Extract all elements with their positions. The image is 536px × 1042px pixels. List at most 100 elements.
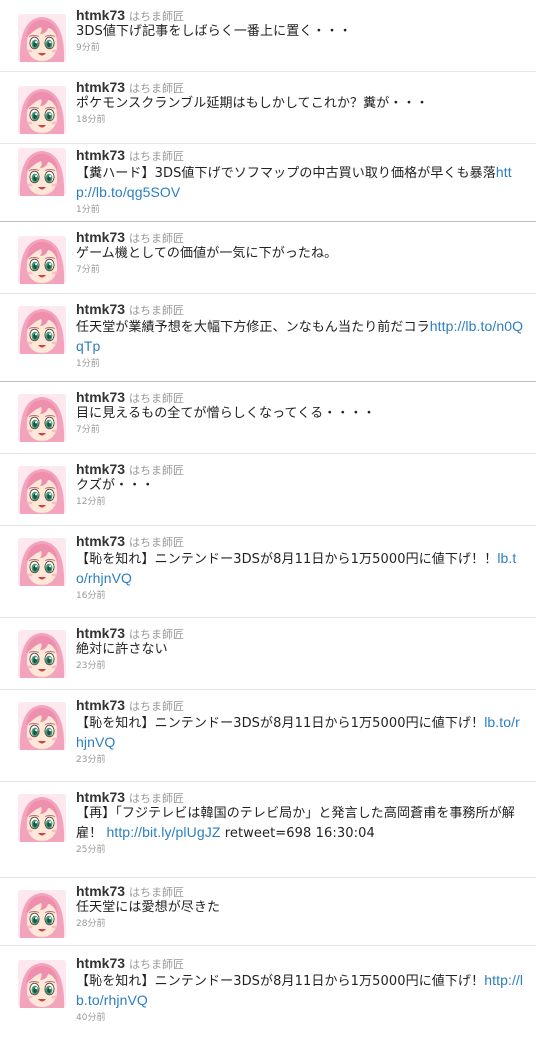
tweet-text: 【再】「フジテレビは韓国のテレビ局か」と発言した高岡蒼甫を事務所が解雇！ htt… (76, 805, 526, 843)
tweet-text: 任天堂には愛想が尽きた (76, 899, 526, 917)
tweet-item[interactable]: htmk73 はちま師匠 目に見えるもの全てが憎らしくなってくる・・・・ 7分前 (0, 382, 536, 454)
screen-name[interactable]: htmk73 (76, 789, 125, 805)
tweet-timeline: htmk73 はちま師匠 3DS値下げ記事をしばらく一番上に置く・・・ 9分前 (0, 0, 536, 1042)
tweet-item[interactable]: htmk73 はちま師匠 【恥を知れ】ニンテンドー3DSが8月11日から1万500… (0, 690, 536, 782)
tweet-text-after: retweet=698 16:30:04 (220, 826, 375, 841)
screen-name[interactable]: htmk73 (76, 625, 125, 641)
tweet-content: htmk73 はちま師匠 【恥を知れ】ニンテンドー3DSが8月11日から1万500… (76, 532, 526, 602)
tweet-body: 目に見えるもの全てが憎らしくなってくる・・・・ (76, 406, 376, 421)
tweet-item[interactable]: htmk73 はちま師匠 クズが・・・ 12分前 (0, 454, 536, 526)
tweet-content: htmk73 はちま師匠 任天堂が業績予想を大幅下方修正、ンなもん当たり前だコラh… (76, 300, 526, 370)
timestamp[interactable]: 12分前 (76, 496, 526, 508)
tweet-link[interactable]: http://bit.ly/plUgJZ (106, 824, 220, 840)
full-name: はちま師匠 (129, 628, 185, 641)
full-name: はちま師匠 (129, 150, 185, 163)
screen-name[interactable]: htmk73 (76, 301, 125, 317)
full-name: はちま師匠 (129, 232, 185, 245)
anime-girl-avatar-icon[interactable] (18, 960, 66, 1008)
full-name: はちま師匠 (129, 886, 185, 899)
tweet-item[interactable]: htmk73 はちま師匠 【恥を知れ】ニンテンドー3DSが8月11日から1万500… (0, 946, 536, 1042)
timestamp[interactable]: 18分前 (76, 114, 526, 126)
tweet-header: htmk73 はちま師匠 (76, 954, 526, 971)
timestamp[interactable]: 40分前 (76, 1012, 526, 1024)
tweet-content: htmk73 はちま師匠 ゲーム機としての価値が一気に下がったね。 7分前 (76, 228, 526, 276)
timestamp[interactable]: 9分前 (76, 42, 526, 54)
tweet-header: htmk73 はちま師匠 (76, 460, 526, 477)
tweet-text: 絶対に許さない (76, 641, 526, 659)
full-name: はちま師匠 (129, 536, 185, 549)
tweet-content: htmk73 はちま師匠 目に見えるもの全てが憎らしくなってくる・・・・ 7分前 (76, 388, 526, 436)
timestamp[interactable]: 7分前 (76, 424, 526, 436)
timestamp[interactable]: 1分前 (76, 358, 526, 370)
tweet-text: 目に見えるもの全てが憎らしくなってくる・・・・ (76, 405, 526, 423)
tweet-item[interactable]: htmk73 はちま師匠 【糞ハード】3DS値下げでソフマップの中古買い取り価格が… (0, 144, 536, 222)
timestamp[interactable]: 1分前 (76, 204, 526, 216)
anime-girl-avatar-icon[interactable] (18, 394, 66, 442)
tweet-header: htmk73 はちま師匠 (76, 146, 526, 163)
anime-girl-avatar-icon[interactable] (18, 794, 66, 842)
tweet-header: htmk73 はちま師匠 (76, 388, 526, 405)
screen-name[interactable]: htmk73 (76, 697, 125, 713)
tweet-content: htmk73 はちま師匠 ポケモンスクランブル延期はもしかしてこれか？糞が・・・ … (76, 78, 526, 126)
anime-girl-avatar-icon[interactable] (18, 466, 66, 514)
full-name: はちま師匠 (129, 392, 185, 405)
tweet-text: 【恥を知れ】ニンテンドー3DSが8月11日から1万5000円に値下げ！http:… (76, 971, 526, 1011)
screen-name[interactable]: htmk73 (76, 533, 125, 549)
tweet-content: htmk73 はちま師匠 【恥を知れ】ニンテンドー3DSが8月11日から1万500… (76, 696, 526, 766)
tweet-item[interactable]: htmk73 はちま師匠 3DS値下げ記事をしばらく一番上に置く・・・ 9分前 (0, 0, 536, 72)
tweet-item[interactable]: htmk73 はちま師匠 ゲーム機としての価値が一気に下がったね。 7分前 (0, 222, 536, 294)
anime-girl-avatar-icon[interactable] (18, 538, 66, 586)
tweet-header: htmk73 はちま師匠 (76, 300, 526, 317)
tweet-header: htmk73 はちま師匠 (76, 78, 526, 95)
anime-girl-avatar-icon[interactable] (18, 702, 66, 750)
tweet-text: 任天堂が業績予想を大幅下方修正、ンなもん当たり前だコラhttp://lb.to/… (76, 317, 526, 357)
full-name: はちま師匠 (129, 464, 185, 477)
anime-girl-avatar-icon[interactable] (18, 14, 66, 62)
timestamp[interactable]: 16分前 (76, 590, 526, 602)
timestamp[interactable]: 7分前 (76, 264, 526, 276)
full-name: はちま師匠 (129, 700, 185, 713)
timestamp[interactable]: 25分前 (76, 844, 526, 856)
timestamp[interactable]: 23分前 (76, 754, 526, 766)
tweet-item[interactable]: htmk73 はちま師匠 任天堂には愛想が尽きた 28分前 (0, 878, 536, 946)
tweet-item[interactable]: htmk73 はちま師匠 ポケモンスクランブル延期はもしかしてこれか？糞が・・・ … (0, 72, 536, 144)
tweet-item[interactable]: htmk73 はちま師匠 絶対に許さない 23分前 (0, 618, 536, 690)
tweet-text: 【糞ハード】3DS値下げでソフマップの中古買い取り価格が早くも暴落http://… (76, 163, 526, 203)
tweet-body: 絶対に許さない (76, 642, 168, 657)
screen-name[interactable]: htmk73 (76, 883, 125, 899)
anime-girl-avatar-icon[interactable] (18, 630, 66, 678)
full-name: はちま師匠 (129, 792, 185, 805)
tweet-item[interactable]: htmk73 はちま師匠 【再】「フジテレビは韓国のテレビ局か」と発言した高岡蒼甫… (0, 782, 536, 878)
tweet-body: クズが・・・ (76, 478, 155, 493)
tweet-text: 【恥を知れ】ニンテンドー3DSが8月11日から1万5000円に値下げ！lb.to… (76, 713, 526, 753)
tweet-content: htmk73 はちま師匠 任天堂には愛想が尽きた 28分前 (76, 882, 526, 930)
tweet-header: htmk73 はちま師匠 (76, 624, 526, 641)
screen-name[interactable]: htmk73 (76, 461, 125, 477)
full-name: はちま師匠 (129, 82, 185, 95)
tweet-header: htmk73 はちま師匠 (76, 6, 526, 23)
anime-girl-avatar-icon[interactable] (18, 236, 66, 284)
screen-name[interactable]: htmk73 (76, 955, 125, 971)
anime-girl-avatar-icon[interactable] (18, 306, 66, 354)
tweet-content: htmk73 はちま師匠 3DS値下げ記事をしばらく一番上に置く・・・ 9分前 (76, 6, 526, 54)
tweet-content: htmk73 はちま師匠 【糞ハード】3DS値下げでソフマップの中古買い取り価格が… (76, 146, 526, 216)
tweet-header: htmk73 はちま師匠 (76, 532, 526, 549)
full-name: はちま師匠 (129, 304, 185, 317)
anime-girl-avatar-icon[interactable] (18, 148, 66, 196)
tweet-content: htmk73 はちま師匠 【恥を知れ】ニンテンドー3DSが8月11日から1万500… (76, 954, 526, 1024)
screen-name[interactable]: htmk73 (76, 147, 125, 163)
tweet-item[interactable]: htmk73 はちま師匠 【恥を知れ】ニンテンドー3DSが8月11日から1万500… (0, 526, 536, 618)
tweet-body: ゲーム機としての価値が一気に下がったね。 (76, 246, 338, 261)
tweet-body: 3DS値下げ記事をしばらく一番上に置く・・・ (76, 24, 352, 39)
tweet-body: 【恥を知れ】ニンテンドー3DSが8月11日から1万5000円に値下げ！ (76, 974, 485, 989)
screen-name[interactable]: htmk73 (76, 229, 125, 245)
screen-name[interactable]: htmk73 (76, 79, 125, 95)
screen-name[interactable]: htmk73 (76, 7, 125, 23)
screen-name[interactable]: htmk73 (76, 389, 125, 405)
anime-girl-avatar-icon[interactable] (18, 86, 66, 134)
tweet-item[interactable]: htmk73 はちま師匠 任天堂が業績予想を大幅下方修正、ンなもん当たり前だコラh… (0, 294, 536, 382)
anime-girl-avatar-icon[interactable] (18, 890, 66, 938)
timestamp[interactable]: 28分前 (76, 918, 526, 930)
timestamp[interactable]: 23分前 (76, 660, 526, 672)
tweet-text: ゲーム機としての価値が一気に下がったね。 (76, 245, 526, 263)
